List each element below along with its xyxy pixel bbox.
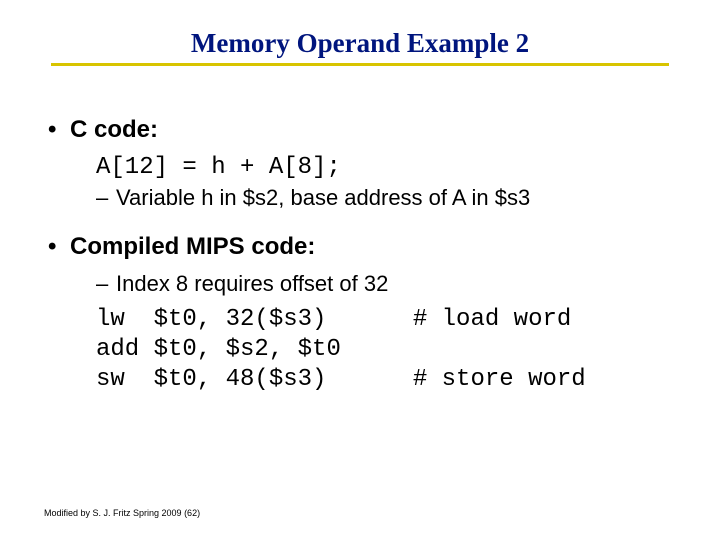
footer-text: Modified by S. J. Fritz Spring 2009 (62) [44, 508, 200, 518]
section-heading: Compiled MIPS code: [70, 233, 315, 261]
mips-sub: – Index 8 requires offset of 32 [96, 271, 680, 297]
section-mips: • Compiled MIPS code: [48, 233, 680, 261]
dash-icon: – [96, 185, 116, 211]
section-c-code: • C code: [48, 116, 680, 144]
mips-code: lw $t0, 32($s3) # load word add $t0, $s2… [96, 305, 680, 395]
slide-content: • C code: A[12] = h + A[8]; – Variable h… [0, 66, 720, 395]
bullet-icon: • [48, 233, 70, 261]
slide-title: Memory Operand Example 2 [51, 28, 669, 66]
c-code-sub: – Variable h in $s2, base address of A i… [96, 185, 680, 211]
title-bar: Memory Operand Example 2 [0, 0, 720, 66]
c-code-line: A[12] = h + A[8]; [96, 154, 680, 181]
sub-text: Index 8 requires offset of 32 [116, 271, 680, 297]
section-heading: C code: [70, 116, 158, 144]
sub-text: Variable h in $s2, base address of A in … [116, 185, 680, 211]
bullet-icon: • [48, 116, 70, 144]
dash-icon: – [96, 271, 116, 297]
